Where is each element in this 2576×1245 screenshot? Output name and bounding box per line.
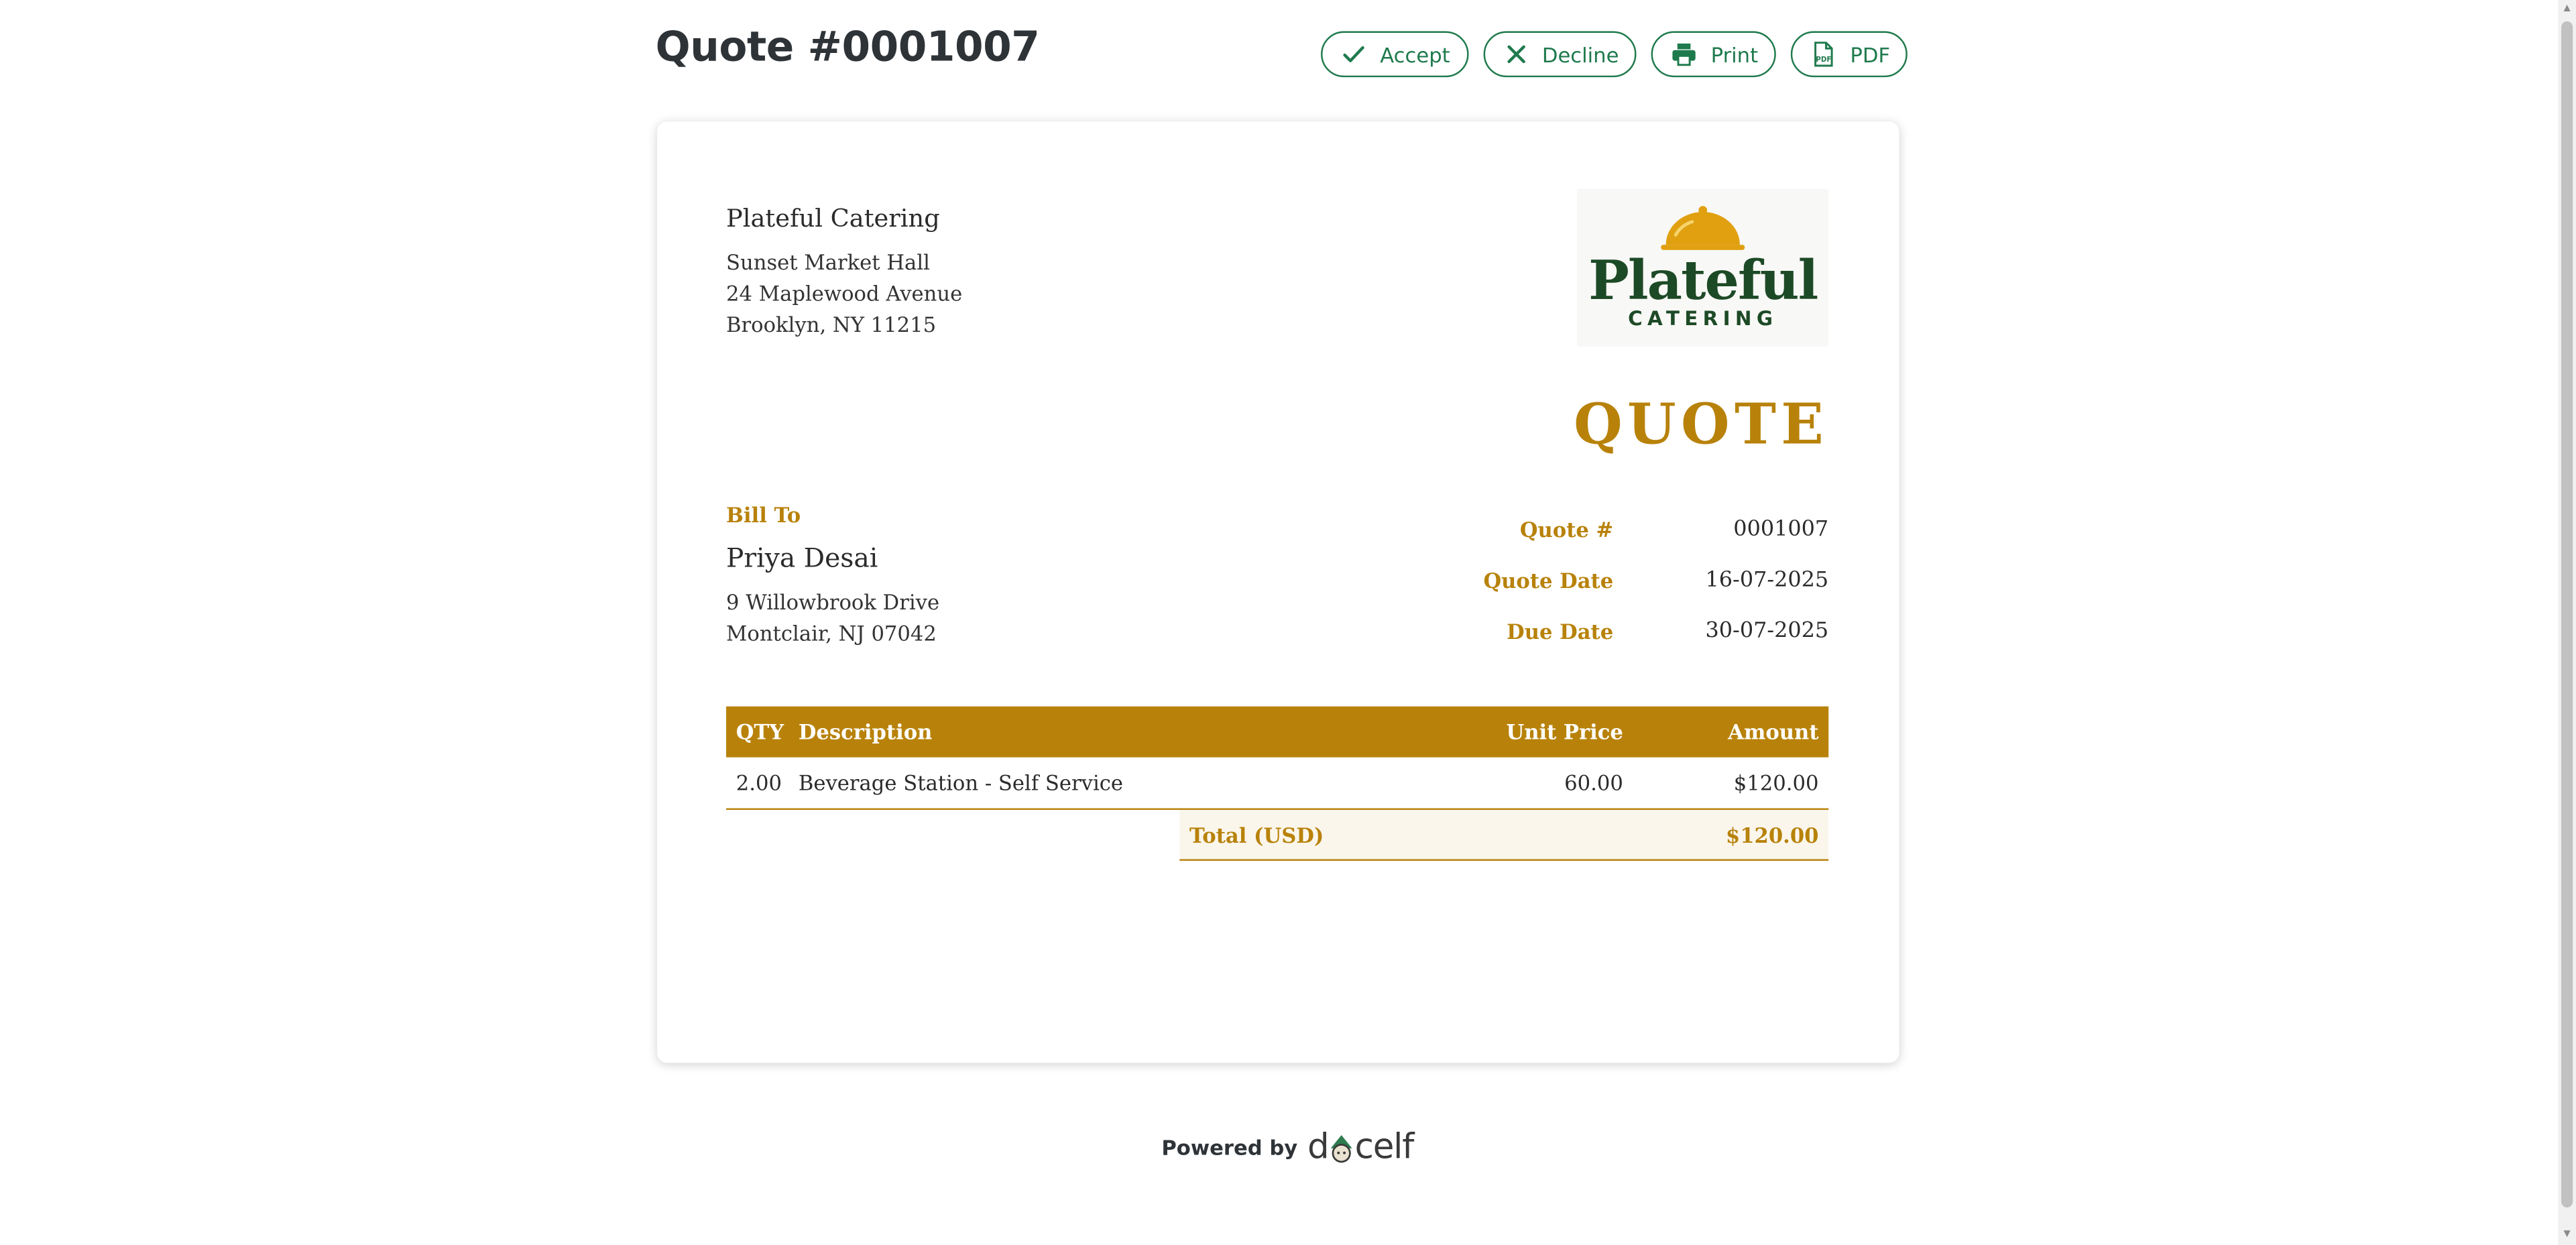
cell-unit-price: 60.00 (1564, 770, 1623, 795)
bill-to-label: Bill To (726, 502, 801, 528)
printer-icon (1672, 41, 1698, 67)
bill-to-name: Priya Desai (726, 542, 878, 574)
cloche-icon (1661, 206, 1745, 250)
accept-label: Accept (1380, 42, 1450, 67)
scroll-up-arrow-icon[interactable]: ▲ (2560, 1, 2575, 16)
column-header-qty: QTY (736, 719, 784, 744)
quote-number-row: Quote # 0001007 (1401, 518, 1828, 550)
pdf-file-icon: PDF (1811, 41, 1837, 67)
cell-qty: 2.00 (736, 770, 782, 795)
brand-prefix: d (1307, 1126, 1330, 1167)
meta-value: 30-07-2025 (1705, 619, 1829, 644)
column-header-description: Description (798, 719, 933, 744)
column-header-unit-price: Unit Price (1506, 719, 1623, 744)
accept-button[interactable]: Accept (1321, 31, 1468, 78)
company-name: Plateful Catering (726, 203, 940, 233)
action-toolbar: Accept Decline Print PDF PDF (1321, 31, 1908, 78)
meta-label: Quote # (1519, 517, 1614, 542)
close-icon (1503, 41, 1529, 67)
bill-to-address-line: 9 Willowbrook Drive (726, 589, 940, 615)
quote-document: Plateful Catering Sunset Market Hall 24 … (657, 121, 1899, 1063)
bill-to-address-line: Montclair, NJ 07042 (726, 621, 937, 646)
powered-by-label: Powered by (1161, 1134, 1298, 1159)
print-button[interactable]: Print (1651, 31, 1777, 78)
page-title: Quote #0001007 (655, 23, 1040, 71)
table-row: 2.00 Beverage Station - Self Service 60.… (726, 758, 1829, 810)
company-address-line: Sunset Market Hall (726, 249, 930, 275)
scroll-down-arrow-icon[interactable]: ▼ (2560, 1227, 2575, 1242)
decline-label: Decline (1541, 42, 1619, 67)
pdf-button[interactable]: PDF PDF (1791, 31, 1908, 78)
quote-date-row: Quote Date 16-07-2025 (1401, 569, 1828, 601)
company-logo: Plateful CATERING (1577, 188, 1829, 347)
page-scrollbar[interactable]: ▲ ▼ (2558, 0, 2576, 1245)
total-row: Total (USD) $120.00 (1179, 809, 1829, 861)
meta-value: 0001007 (1733, 517, 1829, 542)
meta-value: 16-07-2025 (1705, 568, 1829, 593)
table-header: QTY Description Unit Price Amount (726, 706, 1829, 758)
cell-amount: $120.00 (1733, 770, 1819, 795)
brand-logo[interactable]: d celf (1307, 1126, 1415, 1167)
company-address-line: Brooklyn, NY 11215 (726, 312, 937, 337)
brand-suffix: celf (1354, 1126, 1415, 1167)
print-label: Print (1710, 42, 1759, 67)
pdf-label: PDF (1850, 42, 1891, 67)
cell-description: Beverage Station - Self Service (798, 770, 1124, 795)
scrollbar-thumb[interactable] (2561, 21, 2573, 1207)
total-value: $120.00 (1725, 822, 1819, 847)
check-icon (1340, 41, 1366, 67)
meta-label: Due Date (1507, 619, 1614, 644)
line-items-table: QTY Description Unit Price Amount 2.00 B… (726, 706, 1829, 861)
svg-text:PDF: PDF (1816, 56, 1832, 64)
meta-label: Quote Date (1483, 568, 1614, 593)
elf-mascot-icon (1330, 1132, 1354, 1163)
due-date-row: Due Date 30-07-2025 (1401, 619, 1828, 652)
powered-by-footer: Powered by d celf (1161, 1126, 1415, 1167)
total-label: Total (USD) (1189, 822, 1324, 847)
logo-subtitle: CATERING (1628, 307, 1777, 330)
decline-button[interactable]: Decline (1482, 31, 1637, 78)
column-header-amount: Amount (1728, 719, 1819, 744)
document-heading: QUOTE (1574, 392, 1829, 459)
logo-wordmark: Plateful (1588, 249, 1817, 312)
company-address-line: 24 Maplewood Avenue (726, 281, 963, 306)
